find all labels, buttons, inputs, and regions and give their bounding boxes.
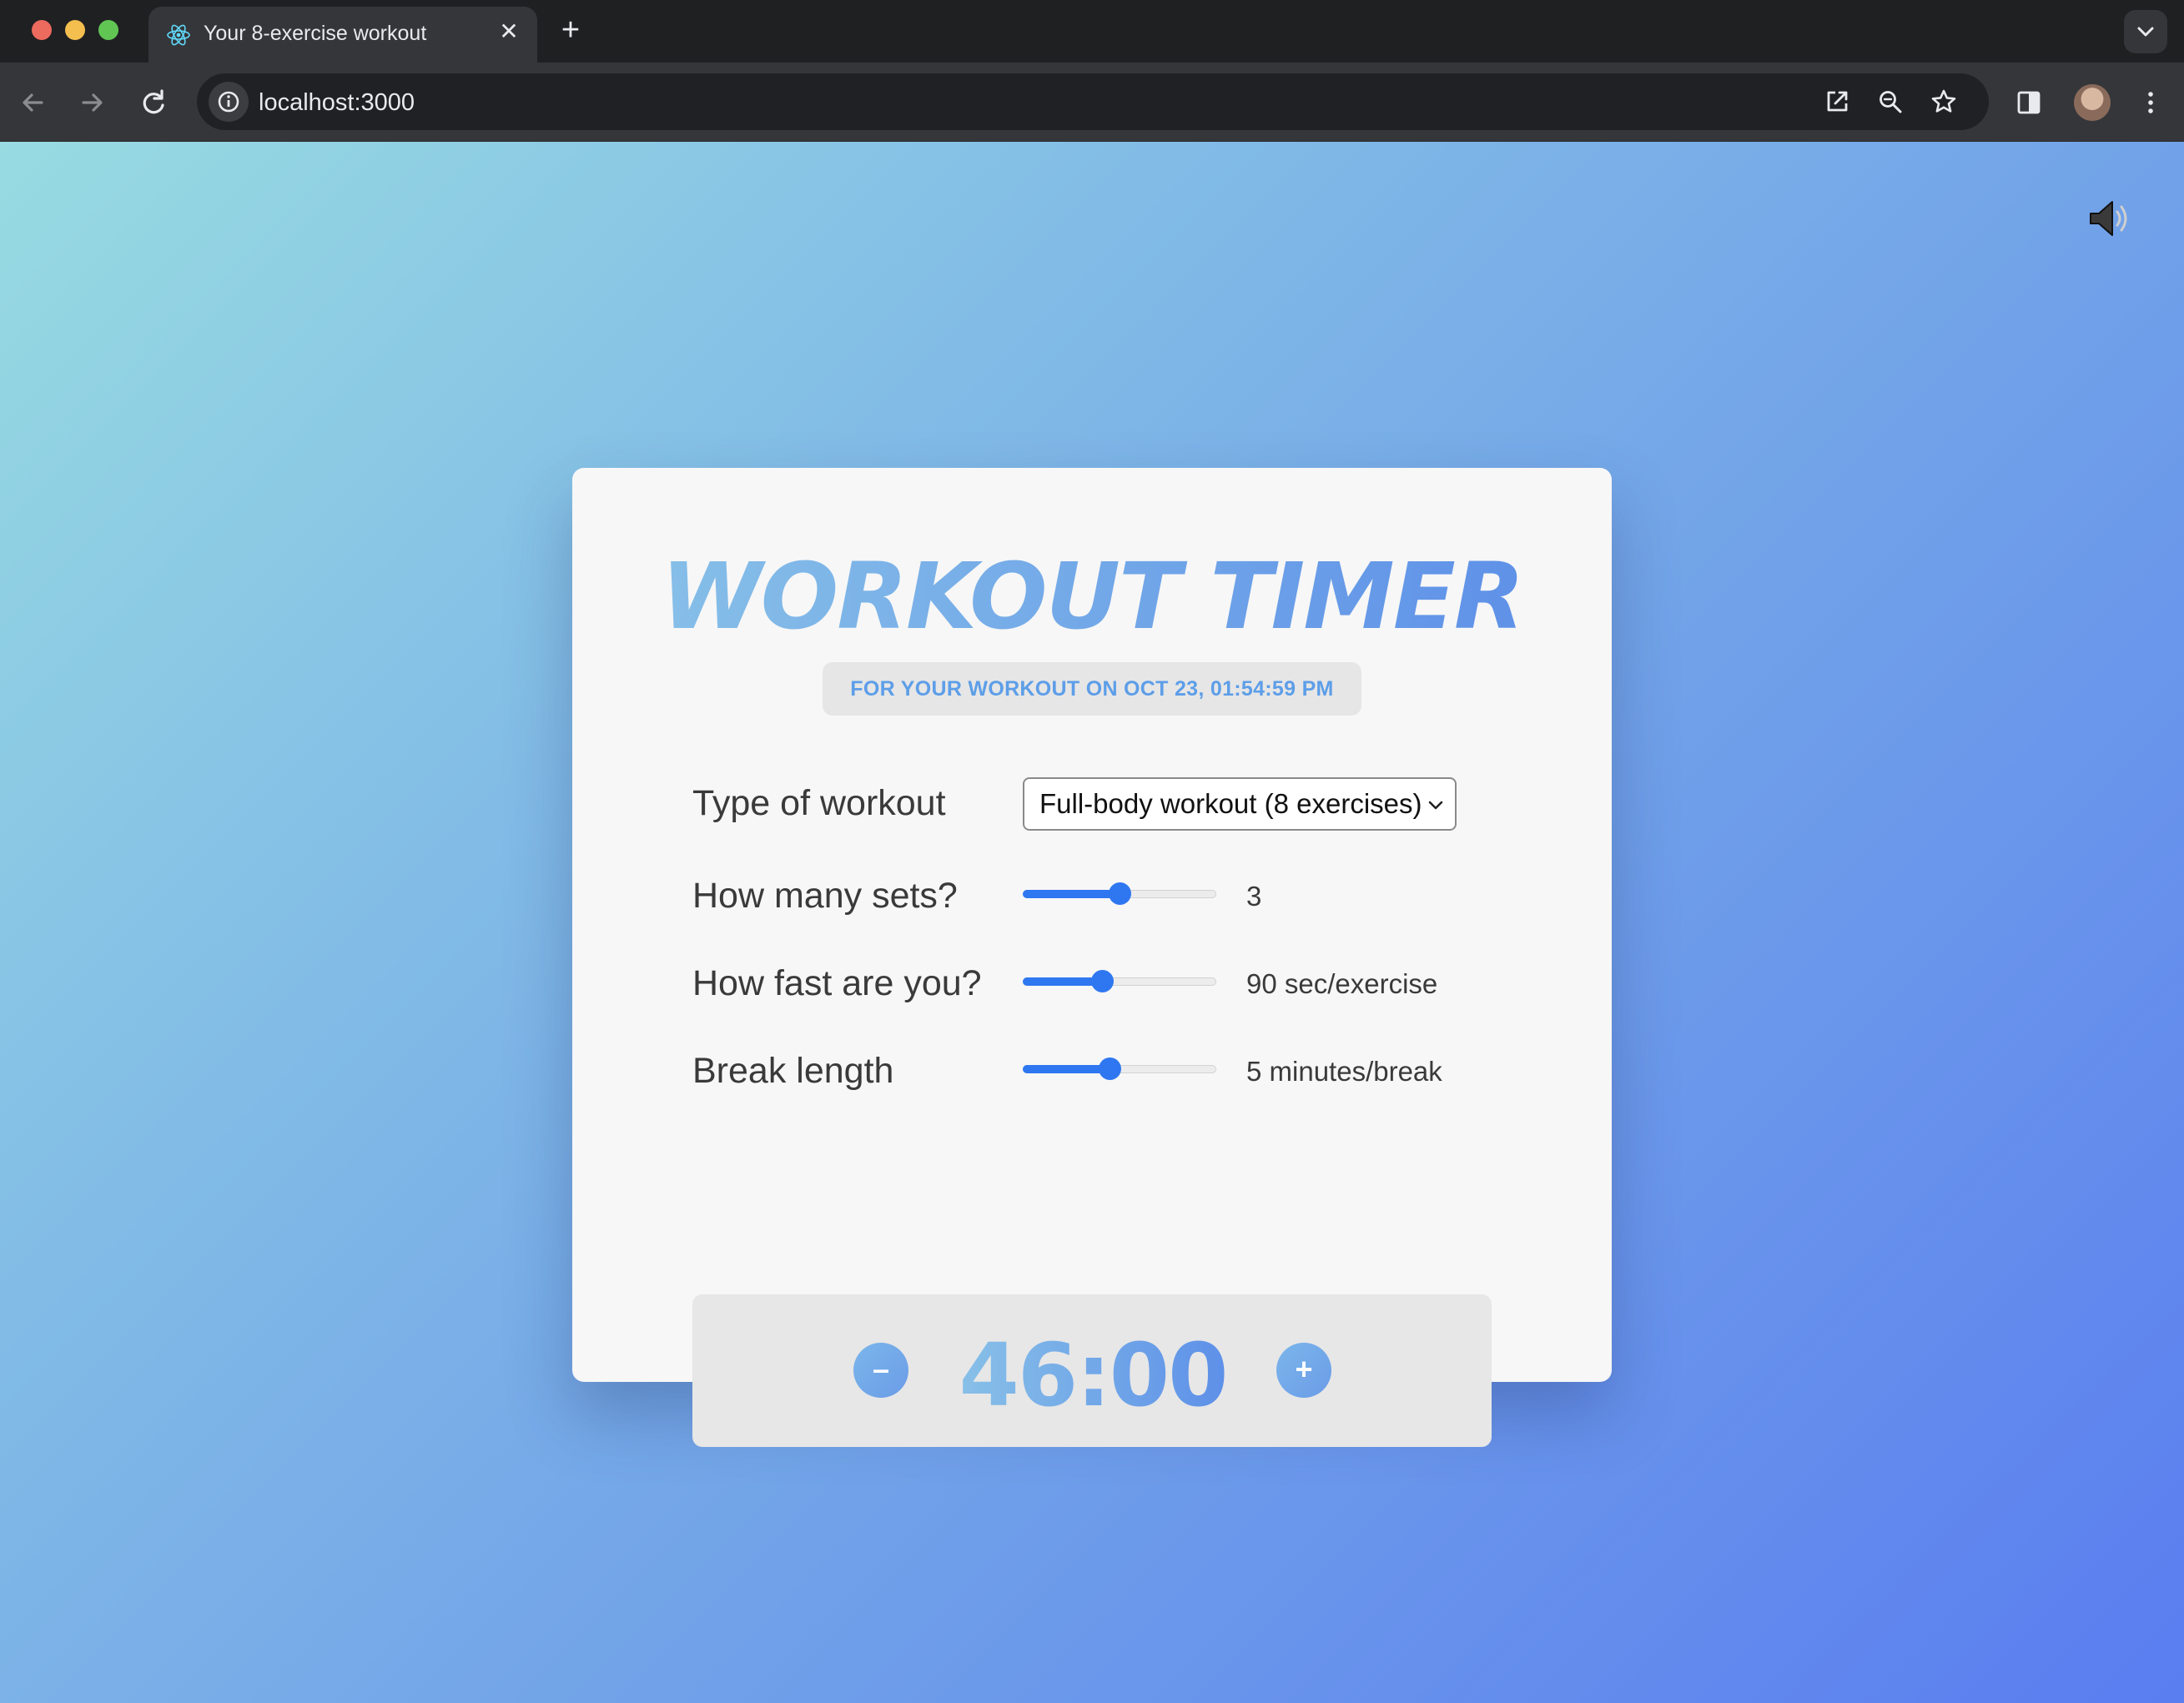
more-vert-icon[interactable] (2131, 83, 2171, 123)
workout-card: WORKOUT TIMER FOR YOUR WORKOUT ON OCT 23… (572, 468, 1612, 1447)
page-viewport: WORKOUT TIMER FOR YOUR WORKOUT ON OCT 23… (0, 142, 2184, 1703)
zoom-icon[interactable] (1874, 85, 1907, 118)
tab-search-button[interactable] (2124, 10, 2167, 53)
slider-thumb[interactable] (1091, 970, 1114, 992)
increase-time-button[interactable]: + (1276, 1343, 1331, 1398)
browser-toolbar: localhost:3000 (0, 63, 2184, 142)
speed-slider[interactable] (1023, 970, 1216, 992)
workout-type-select[interactable]: Full-body workout (8 exercises) (1023, 777, 1457, 831)
close-tab-icon[interactable]: ✕ (496, 18, 522, 45)
back-arrow-icon[interactable] (13, 83, 53, 123)
new-tab-button[interactable]: + (554, 13, 587, 47)
slider-thumb[interactable] (1109, 882, 1131, 905)
workout-type-label: Type of workout (692, 783, 946, 823)
minimize-window-button[interactable] (65, 20, 85, 40)
url-text[interactable]: localhost:3000 (259, 89, 415, 117)
info-icon (218, 91, 239, 113)
slider-fill (1023, 890, 1120, 898)
date-badge: FOR YOUR WORKOUT ON OCT 23, 01:54:59 PM (823, 662, 1361, 716)
side-panel-icon[interactable] (2009, 83, 2049, 123)
browser-tab-active[interactable]: Your 8-exercise workout ✕ (148, 7, 537, 63)
slider-thumb[interactable] (1099, 1057, 1121, 1080)
star-icon[interactable] (1927, 85, 1960, 118)
react-icon (167, 24, 190, 46)
reload-icon[interactable] (133, 83, 174, 123)
browser-tabstrip: Your 8-exercise workout ✕ + (0, 0, 2184, 63)
decrease-time-button[interactable]: – (853, 1343, 908, 1398)
open-external-icon[interactable] (1820, 85, 1854, 118)
slider-fill (1023, 1065, 1110, 1073)
tab-title: Your 8-exercise workout (204, 22, 427, 45)
break-slider[interactable] (1023, 1057, 1216, 1080)
speed-value: 90 sec/exercise (1246, 968, 1438, 999)
sets-label: How many sets? (692, 876, 958, 916)
sets-value: 3 (1246, 881, 1262, 912)
slider-fill (1023, 977, 1102, 986)
forward-arrow-icon[interactable] (72, 83, 112, 123)
maximize-window-button[interactable] (98, 20, 118, 40)
speaker-icon[interactable] (2086, 193, 2136, 244)
chevron-down-icon (2137, 27, 2154, 37)
address-bar[interactable]: localhost:3000 (197, 73, 1989, 130)
timer-display: 46:00 (943, 1324, 1243, 1426)
page-title: WORKOUT TIMER (572, 543, 1612, 650)
speed-label: How fast are you? (692, 963, 982, 1003)
workout-type-selected: Full-body workout (8 exercises) (1039, 788, 1422, 819)
chevron-down-icon (1428, 801, 1443, 810)
site-info-button[interactable] (209, 82, 249, 122)
break-value: 5 minutes/break (1246, 1056, 1442, 1087)
break-label: Break length (692, 1051, 894, 1091)
sets-slider[interactable] (1023, 882, 1216, 905)
close-window-button[interactable] (32, 20, 52, 40)
timer-panel: – 46:00 + (692, 1294, 1492, 1447)
profile-avatar[interactable] (2074, 84, 2111, 121)
